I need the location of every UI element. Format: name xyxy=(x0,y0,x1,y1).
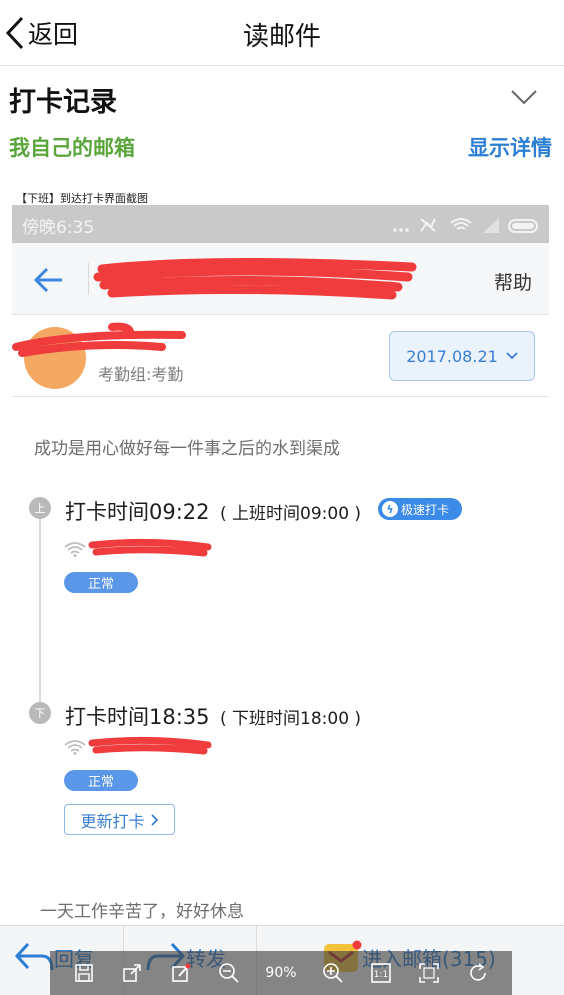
wifi-icon xyxy=(64,542,86,557)
date-label: 2017.08.21 xyxy=(406,346,498,366)
actual-size-icon: 1:1 xyxy=(371,963,391,983)
save-image-button[interactable] xyxy=(72,961,96,985)
attachment-caption: 【下班】到达打卡界面截图 xyxy=(16,192,148,205)
wifi-icon xyxy=(64,740,86,755)
edit-image-button[interactable] xyxy=(169,961,193,985)
clock-out-dot: 下 xyxy=(29,702,51,724)
save-icon xyxy=(75,964,93,982)
edit-icon xyxy=(171,963,191,982)
redaction-mark xyxy=(88,538,212,557)
embedded-screenshot: 傍晚6:35 帮助 考勤组:考勤 2017.08.21 成功是用心做好每一件事之… xyxy=(12,205,549,925)
divider xyxy=(12,396,549,397)
phone-status-bar: 傍晚6:35 xyxy=(12,205,549,243)
fit-screen-icon xyxy=(419,963,440,983)
clock-out-time: 打卡时间18:35 xyxy=(65,705,210,729)
zoom-in-button[interactable] xyxy=(321,961,345,985)
top-nav-bar: 返回 读邮件 xyxy=(0,0,564,66)
mail-subject: 打卡记录 xyxy=(9,87,117,118)
clock-in-time: 打卡时间09:22 xyxy=(65,500,210,524)
zoom-out-button[interactable] xyxy=(217,961,241,985)
motto-text: 成功是用心做好每一件事之后的水到渠成 xyxy=(34,439,340,459)
fast-punch-badge: ϟ 极速打卡 xyxy=(378,498,462,520)
zoom-level: 90% xyxy=(265,965,297,981)
timeline-line xyxy=(39,513,41,709)
chevron-down-icon xyxy=(506,352,518,360)
farewell-text: 一天工作辛苦了，好好休息 xyxy=(40,902,244,922)
clock-out-shift: ( 下班时间18:00 ) xyxy=(220,709,362,729)
arrow-left-icon[interactable] xyxy=(32,265,66,295)
update-punch-button[interactable]: 更新打卡 xyxy=(64,804,175,835)
date-selector[interactable]: 2017.08.21 xyxy=(389,331,535,381)
show-details-link[interactable]: 显示详情 xyxy=(468,132,552,162)
status-badge: 正常 xyxy=(64,770,138,791)
mailbox-name: 我自己的邮箱 xyxy=(9,136,135,160)
zoom-out-icon xyxy=(219,963,239,983)
clock-in-dot: 上 xyxy=(29,497,51,519)
chevron-down-icon[interactable] xyxy=(510,88,538,106)
page-title: 读邮件 xyxy=(242,22,321,52)
fit-to-window-button[interactable] xyxy=(417,961,441,985)
reply-icon xyxy=(14,942,54,971)
share-image-button[interactable] xyxy=(120,961,144,985)
clock-in-shift: ( 上班时间09:00 ) xyxy=(220,504,362,524)
status-badge: 正常 xyxy=(64,572,138,593)
help-button[interactable]: 帮助 xyxy=(494,268,532,295)
redaction-mark xyxy=(12,322,186,357)
image-viewer-toolbar: 90% 1:1 xyxy=(50,951,512,995)
actual-size-label: 1:1 xyxy=(374,970,388,980)
rotate-icon xyxy=(470,963,486,981)
update-punch-label: 更新打卡 xyxy=(80,811,145,831)
fast-punch-label: 极速打卡 xyxy=(401,502,450,517)
zoom-in-icon xyxy=(323,963,343,983)
actual-size-button[interactable]: 1:1 xyxy=(369,961,393,985)
lightning-icon: ϟ xyxy=(382,501,398,517)
header-divider xyxy=(88,263,89,295)
redaction-mark xyxy=(88,736,212,755)
rotate-button[interactable] xyxy=(466,961,490,985)
share-icon xyxy=(123,964,142,982)
status-icons xyxy=(393,218,538,233)
chevron-right-icon xyxy=(150,813,158,826)
status-time: 傍晚6:35 xyxy=(22,218,95,238)
redaction-mark xyxy=(93,257,417,300)
